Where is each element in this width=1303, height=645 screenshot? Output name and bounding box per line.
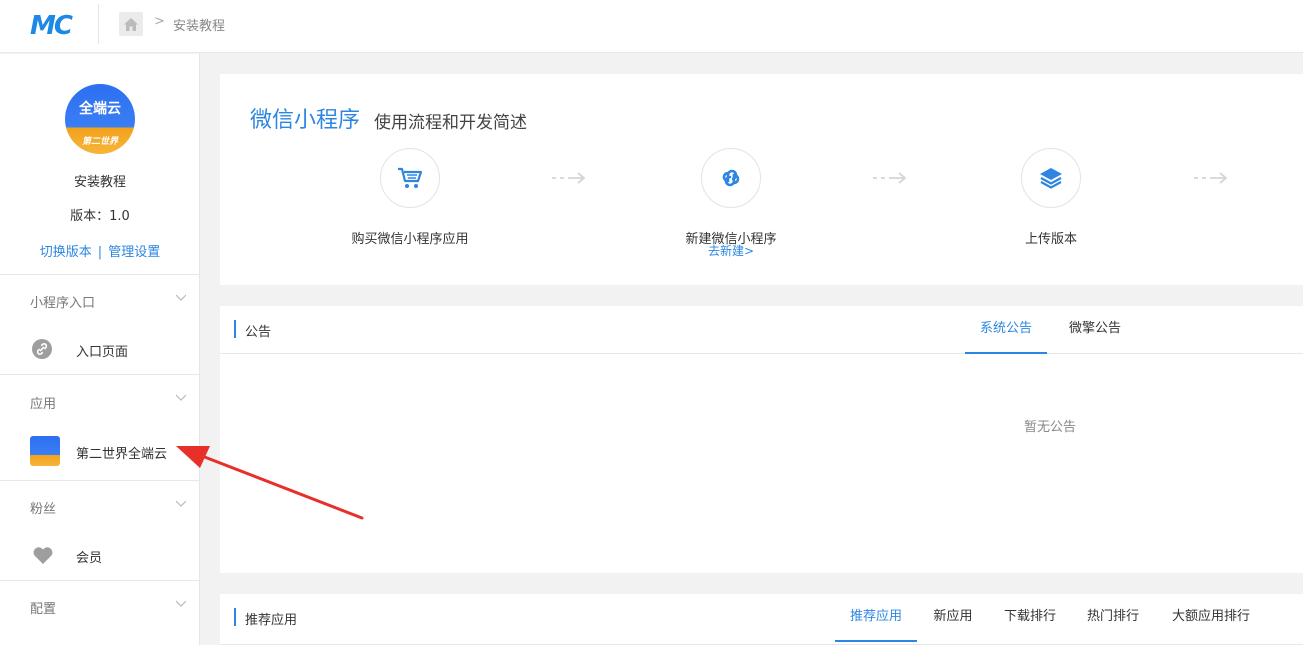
breadcrumb-separator-icon: > xyxy=(154,14,165,29)
section-title-fans[interactable]: 粉丝 xyxy=(30,498,56,517)
avatar-subtitle: 第二世界 xyxy=(81,137,118,147)
flow-card: 微信小程序 使用流程和开发简述 购买微信小程序应用 新建微信小程序 去新建> 上… xyxy=(220,74,1303,285)
cart-icon xyxy=(398,167,423,188)
recommend-header: 推荐应用 推荐应用 新应用 下载排行 热门排行 大额应用排行 xyxy=(220,594,1303,645)
step-buy-circle[interactable] xyxy=(380,148,440,208)
sidebar: 全端云 第二世界 安装教程 版本：1.0 切换版本 | 管理设置 小程序入口 入口页… xyxy=(0,54,200,645)
flow-arrow-icon xyxy=(873,172,907,184)
sidebar-section-config: 配置 xyxy=(0,580,200,645)
title-accent-bar xyxy=(234,320,236,338)
app-name: 安装教程 xyxy=(73,175,126,190)
sidebar-item-entry-page[interactable]: 入口页面 xyxy=(0,331,200,367)
app-thumbnail-icon xyxy=(30,436,60,466)
sidebar-item-label: 入口页面 xyxy=(76,345,129,360)
step-upload-circle[interactable] xyxy=(1021,148,1081,208)
step-buy-label: 购买微信小程序应用 xyxy=(351,232,469,247)
tab-we7-notice[interactable]: 微擎公告 xyxy=(1055,306,1135,354)
notice-title: 公告 xyxy=(245,325,272,340)
section-title-entry[interactable]: 小程序入口 xyxy=(30,292,95,311)
tab-recommended[interactable]: 推荐应用 xyxy=(835,594,917,642)
tab-new-apps[interactable]: 新应用 xyxy=(923,594,983,642)
manage-settings-link[interactable]: 管理设置 xyxy=(108,245,160,260)
recommend-card: 推荐应用 推荐应用 新应用 下载排行 热门排行 大额应用排行 xyxy=(220,594,1303,645)
logo[interactable]: MC xyxy=(30,11,73,41)
breadcrumb-current: 安装教程 xyxy=(173,19,226,34)
home-icon xyxy=(124,17,138,31)
home-button[interactable] xyxy=(119,12,143,36)
switch-version-link[interactable]: 切换版本 xyxy=(40,245,92,260)
link-separator: | xyxy=(97,245,103,260)
section-title-config[interactable]: 配置 xyxy=(30,598,56,617)
notice-header: 公告 系统公告 微擎公告 xyxy=(220,306,1303,354)
flow-arrow-icon xyxy=(1194,172,1228,184)
tab-hot-ranking[interactable]: 热门排行 xyxy=(1077,594,1149,642)
flow-arrow-icon xyxy=(552,172,586,184)
avatar-title: 全端云 xyxy=(79,101,121,117)
section-title-apps[interactable]: 应用 xyxy=(30,393,56,412)
chevron-down-icon[interactable] xyxy=(176,393,186,403)
notice-empty-text: 暂无公告 xyxy=(1024,420,1077,435)
chevron-down-icon[interactable] xyxy=(176,599,186,609)
recommend-title: 推荐应用 xyxy=(245,613,298,628)
app-version: 版本：1.0 xyxy=(70,209,130,224)
sidebar-section-entry: 小程序入口 入口页面 xyxy=(0,274,200,374)
tab-download-ranking[interactable]: 下载排行 xyxy=(994,594,1066,642)
title-accent-bar xyxy=(234,608,236,626)
sidebar-item-members[interactable]: 会员 xyxy=(0,537,200,573)
miniprogram-icon xyxy=(722,169,740,187)
tab-large-app-ranking[interactable]: 大额应用排行 xyxy=(1161,594,1261,642)
tab-system-notice[interactable]: 系统公告 xyxy=(965,306,1047,354)
layers-icon xyxy=(1040,168,1062,189)
app-links: 切换版本 | 管理设置 xyxy=(0,241,200,260)
top-header: MC > 安装教程 xyxy=(0,0,1303,53)
annotation-arrow-icon xyxy=(176,446,364,520)
step-create-circle[interactable] xyxy=(701,148,761,208)
chevron-down-icon[interactable] xyxy=(176,293,186,303)
step-create-link[interactable]: 去新建> xyxy=(631,242,831,259)
header-divider xyxy=(98,4,99,44)
step-upload-label: 上传版本 xyxy=(1024,232,1077,247)
heart-icon xyxy=(33,547,53,564)
link-icon xyxy=(32,339,52,359)
notice-card: 公告 系统公告 微擎公告 暂无公告 xyxy=(220,306,1303,573)
app-avatar: 全端云 第二世界 xyxy=(65,84,135,154)
flow-title-sub: 使用流程和开发简述 xyxy=(374,113,527,133)
sidebar-item-label: 会员 xyxy=(76,551,103,566)
sidebar-item-label: 第二世界全端云 xyxy=(76,447,168,462)
flow-title-main: 微信小程序 xyxy=(250,108,361,133)
